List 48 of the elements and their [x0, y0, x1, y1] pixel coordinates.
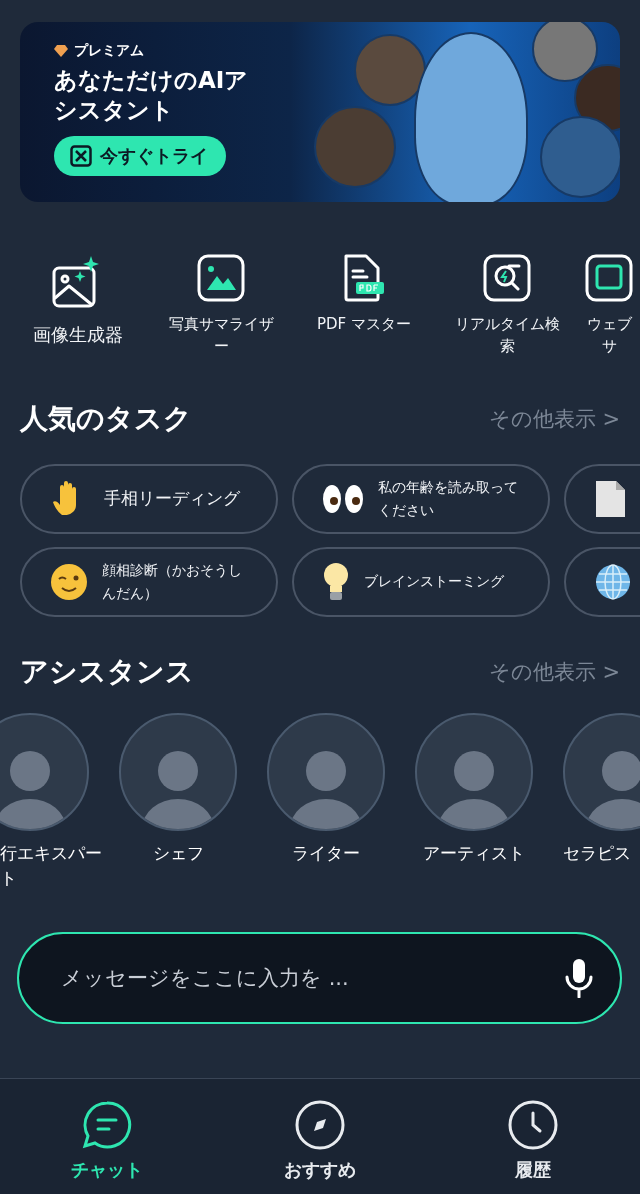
task-label: ブレインストーミング — [364, 572, 504, 592]
pdf-file-icon — [342, 254, 386, 302]
tool-label: ウェブサ — [585, 314, 633, 357]
tool-label: 写真サマライザー — [167, 314, 275, 357]
microphone-icon[interactable] — [564, 957, 594, 998]
tool-label: PDF マスター — [316, 314, 412, 335]
tool-label: リアルタイム検索 — [453, 314, 561, 357]
assistant-name: シェフ — [151, 841, 205, 865]
assistant-name: 行エキスパート — [0, 841, 103, 890]
nav-tab[interactable]: チャット — [41, 1099, 172, 1194]
task-label: 私の年齢を読み取ってください — [378, 478, 519, 520]
task-chip[interactable]: ブレインストーミング — [292, 546, 550, 617]
section-title: 人気のタスク — [20, 400, 192, 437]
tool-shortcut[interactable]: ウェブサ — [585, 254, 635, 358]
assistant-name: セラピス — [563, 841, 632, 865]
tool-shortcut[interactable]: 写真サマライザー — [156, 254, 286, 358]
globe-icon — [594, 562, 632, 601]
compass-icon — [295, 1100, 345, 1150]
image-icon — [197, 254, 245, 302]
search-icon — [483, 254, 531, 302]
message-input[interactable]: メッセージをここに入力を ... — [59, 964, 564, 991]
premium-banner[interactable]: プレミアム あなただけのAIアシスタント 今すぐトライ — [20, 22, 620, 202]
show-more-link[interactable]: その他表示 > — [488, 404, 620, 433]
diamond-icon — [54, 45, 68, 57]
nav-tab[interactable]: おすすめ — [255, 1099, 385, 1194]
task-chip[interactable]: 手相リーディング — [20, 463, 278, 534]
premium-label: プレミアム — [74, 42, 144, 60]
task-label: 手相リーディング — [104, 486, 240, 510]
light-bulb-icon — [322, 561, 350, 602]
banner-title: あなただけのAIアシスタント — [54, 66, 250, 125]
document-icon — [594, 479, 626, 518]
try-now-button[interactable]: 今すぐトライ — [54, 135, 226, 176]
tool-shortcut[interactable]: PDF マスター — [299, 254, 429, 358]
show-more-link[interactable]: その他表示 > — [488, 657, 620, 686]
task-chip[interactable]: 私の年齢を読み取ってください — [292, 463, 550, 534]
tool-shortcut[interactable]: 画像生成器 — [13, 254, 143, 358]
assistant-name: ライター — [291, 841, 361, 865]
clock-icon — [508, 1100, 559, 1150]
eyes-icon — [322, 482, 364, 515]
assistant-name: アーティスト — [422, 841, 526, 865]
nav-tab[interactable]: 履歴 — [468, 1099, 599, 1194]
task-label: 顔相診断（かおそうしんだん） — [102, 561, 243, 603]
section-title: アシスタンス — [20, 653, 194, 690]
tool-shortcut[interactable]: リアルタイム検索 — [442, 254, 572, 358]
winking-face-icon — [50, 562, 88, 601]
tool-label: 画像生成器 — [32, 323, 124, 347]
task-chip[interactable]: 顔相診断（かおそうしんだん） — [20, 546, 278, 617]
chat-icon — [81, 1100, 132, 1150]
